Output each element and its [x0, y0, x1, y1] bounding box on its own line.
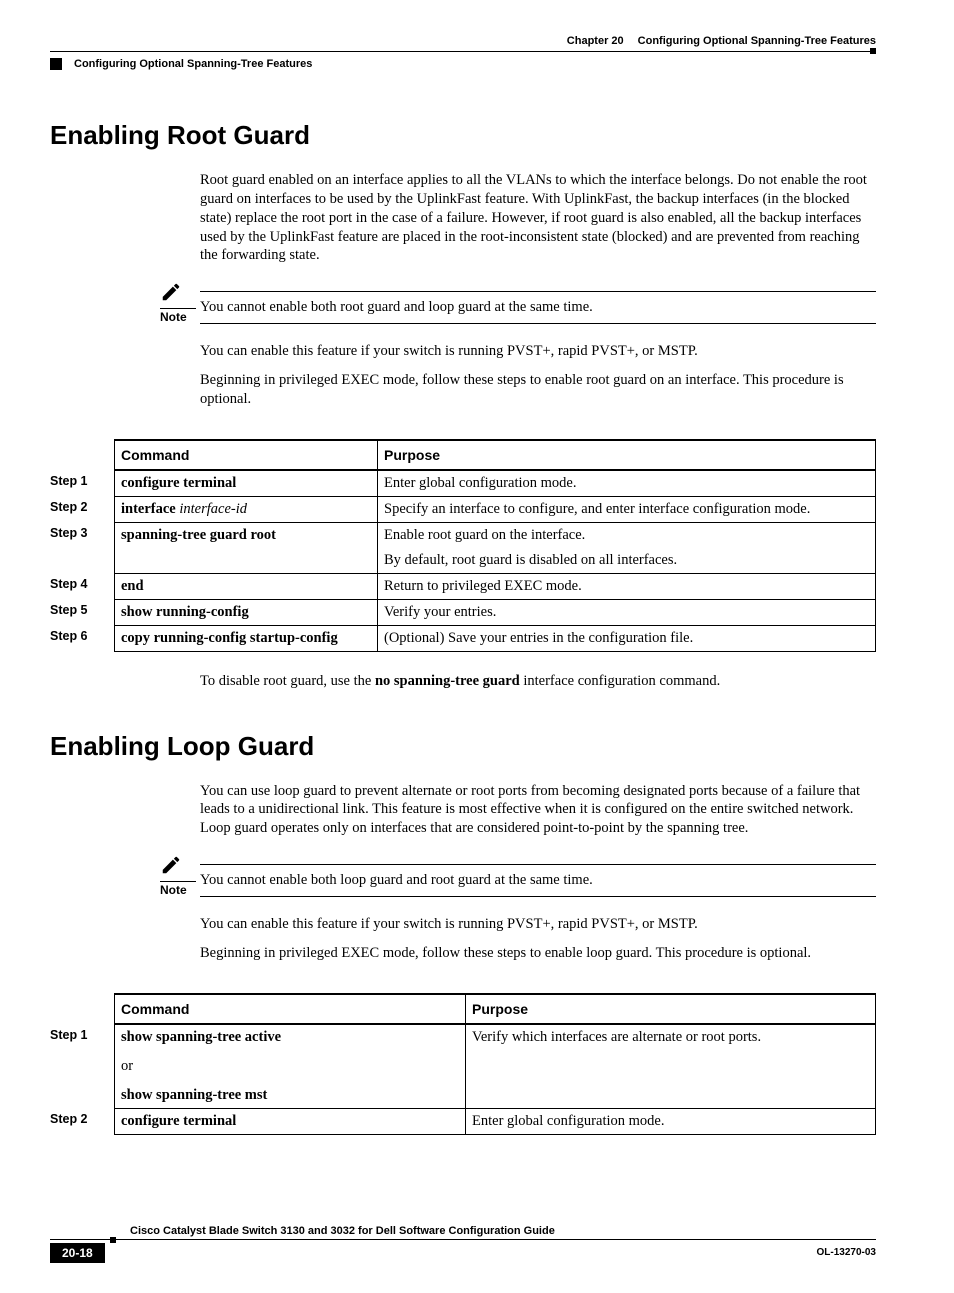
col-header-purpose: Purpose: [378, 440, 876, 470]
document-id: OL-13270-03: [817, 1247, 876, 1258]
table-row: Step 1 show spanning-tree active Verify …: [50, 1024, 876, 1050]
footer-guide-title: Cisco Catalyst Blade Switch 3130 and 303…: [130, 1225, 876, 1237]
note-block: Note You cannot enable both loop guard a…: [160, 854, 876, 897]
body-paragraph: To disable root guard, use the no spanni…: [200, 672, 876, 691]
running-section-title: Configuring Optional Spanning-Tree Featu…: [74, 58, 312, 70]
body-paragraph: You can enable this feature if your swit…: [200, 342, 876, 361]
header-marker-icon: [50, 58, 62, 70]
section-heading-root-guard: Enabling Root Guard: [50, 120, 876, 151]
page-number-badge: 20-18: [50, 1243, 105, 1263]
table-row: Step 4 end Return to privileged EXEC mod…: [50, 573, 876, 599]
chapter-label: Chapter 20: [567, 35, 624, 47]
col-header-purpose: Purpose: [466, 994, 876, 1024]
body-paragraph: You can enable this feature if your swit…: [200, 915, 876, 934]
command-table-root-guard: Command Purpose Step 1 configure termina…: [50, 439, 876, 652]
table-row: Step 5 show running-config Verify your e…: [50, 599, 876, 625]
body-paragraph: Beginning in privileged EXEC mode, follo…: [200, 944, 876, 963]
pencil-icon: [160, 854, 182, 876]
section-heading-loop-guard: Enabling Loop Guard: [50, 731, 876, 762]
command-table-loop-guard: Command Purpose Step 1 show spanning-tre…: [50, 993, 876, 1135]
note-block: Note You cannot enable both root guard a…: [160, 281, 876, 324]
table-row: By default, root guard is disabled on al…: [50, 548, 876, 574]
note-label: Note: [160, 881, 196, 897]
chapter-title: Configuring Optional Spanning-Tree Featu…: [638, 35, 876, 47]
table-row: Step 1 configure terminal Enter global c…: [50, 470, 876, 497]
table-row: Step 6 copy running-config startup-confi…: [50, 625, 876, 651]
pencil-icon: [160, 281, 182, 303]
col-header-command: Command: [115, 994, 466, 1024]
body-paragraph: Beginning in privileged EXEC mode, follo…: [200, 371, 876, 409]
note-text: You cannot enable both loop guard and ro…: [200, 864, 876, 897]
note-text: You cannot enable both root guard and lo…: [200, 291, 876, 324]
body-paragraph: You can use loop guard to prevent altern…: [200, 782, 876, 839]
table-row: Step 2 interface interface-id Specify an…: [50, 496, 876, 522]
col-header-command: Command: [115, 440, 378, 470]
table-row: Step 3 spanning-tree guard root Enable r…: [50, 522, 876, 548]
table-row: Step 2 configure terminal Enter global c…: [50, 1108, 876, 1134]
body-paragraph: Root guard enabled on an interface appli…: [200, 171, 876, 265]
note-label: Note: [160, 308, 196, 324]
